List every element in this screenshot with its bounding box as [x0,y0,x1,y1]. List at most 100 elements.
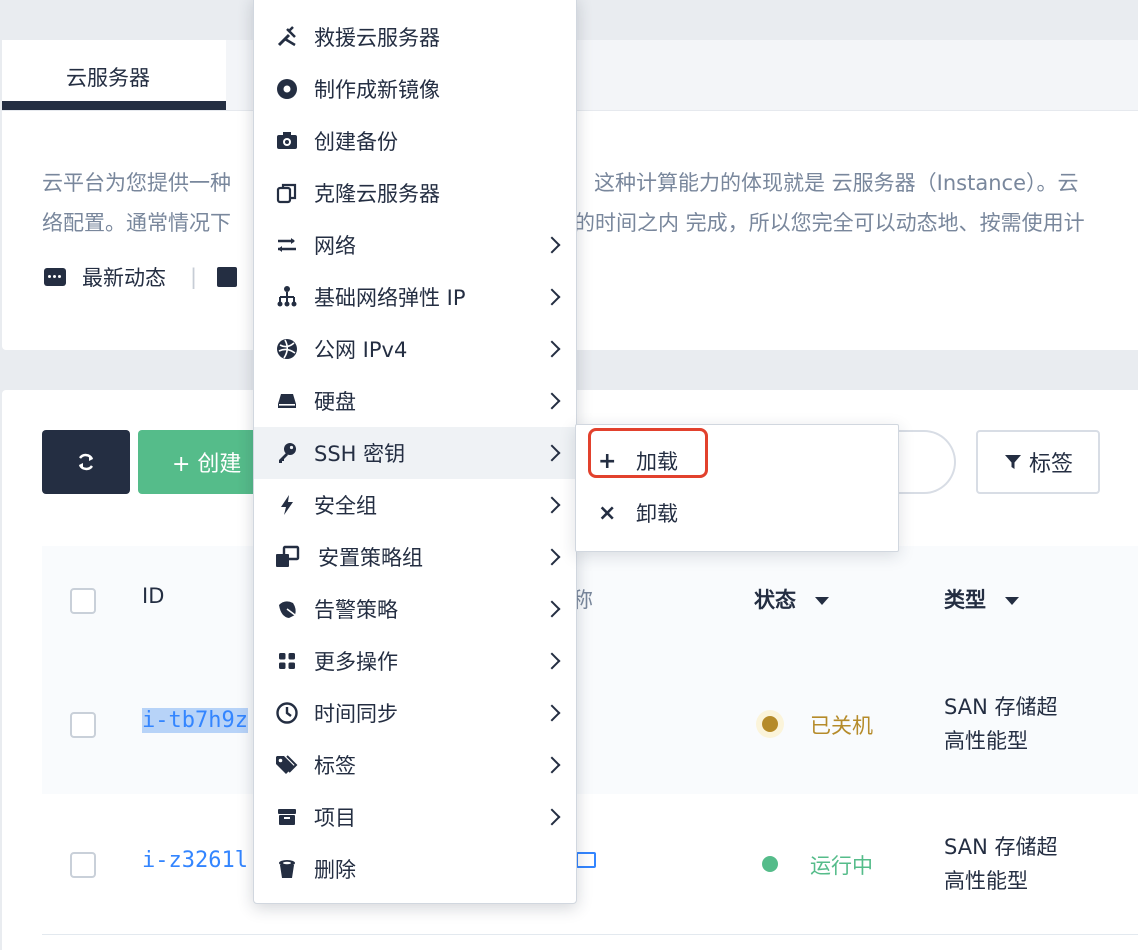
tools-icon [274,24,300,50]
chevron-right-icon [543,496,561,514]
table-row[interactable]: i-tb7h9z 已关机 SAN 存储超 高性能型 [42,654,1138,795]
menu-item-make-image[interactable]: 制作成新镜像 [254,63,576,115]
caret-down-icon [815,597,830,605]
menu-item-network[interactable]: 网络 [254,219,576,271]
topology-icon [274,284,300,310]
row-checkbox[interactable] [70,712,96,738]
network-icon [274,232,300,258]
menu-item-alert-policy[interactable]: 告警策略 [254,583,576,635]
menu-item-label: 告警策略 [314,598,398,622]
tab-instances-label: 云服务器 [66,66,150,90]
instance-id-link[interactable]: i-tb7h9z [142,708,248,733]
menu-item-label: 基础网络弹性 IP [314,286,466,310]
trash-icon [274,856,300,882]
news-link[interactable]: 最新动态 | [44,262,238,292]
menu-item-label: 硬盘 [314,390,356,414]
menu-item-label: 时间同步 [314,702,398,726]
instance-type: SAN 存储超 高性能型 [944,690,1057,758]
refresh-icon [78,453,94,471]
menu-item-disk[interactable]: 硬盘 [254,375,576,427]
vnc-monitor-icon[interactable] [576,852,596,868]
intro-text-line2-right: 的时间之内 完成，所以您完全可以动态地、按需使用计 [574,211,1085,235]
chevron-right-icon [543,808,561,826]
bolt-icon [274,492,300,518]
select-all-checkbox[interactable] [70,588,96,614]
header-status-label: 状态 [754,588,796,612]
status-dot [762,856,778,872]
header-status[interactable]: 状态 [754,584,830,614]
disc-icon [274,76,300,102]
menu-item-placement-group[interactable]: 安置策略组 [254,531,576,583]
divider: | [190,265,198,289]
status-label: 已关机 [810,714,873,738]
attach-highlight-box [588,428,708,478]
table-header: ID 称 状态 类型 [42,546,1138,655]
intro-text-line2-left: 络配置。通常情况下 [42,211,231,235]
placement-icon [274,544,300,570]
row-checkbox[interactable] [70,852,96,878]
tag-filter-button[interactable]: 标签 [976,430,1100,494]
clock-icon [274,700,300,726]
instance-id-link[interactable]: i-z3261l [142,848,248,873]
menu-item-label: 制作成新镜像 [314,78,440,102]
menu-item-rescue[interactable]: 救援云服务器 [254,11,576,63]
instance-type: SAN 存储超 高性能型 [944,830,1057,898]
menu-item-time-sync[interactable]: 时间同步 [254,687,576,739]
chevron-right-icon [543,288,561,306]
menu-item-label: 创建备份 [314,130,398,154]
menu-item-label: 更多操作 [314,650,398,674]
header-type[interactable]: 类型 [944,584,1020,614]
status-label: 运行中 [810,854,873,878]
clone-icon [274,180,300,206]
instance-context-menu: 救援云服务器 制作成新镜像 创建备份 克隆云服务器 网络 基础网络弹性 IP 公… [253,0,577,904]
chevron-right-icon [543,704,561,722]
chevron-right-icon [543,652,561,670]
menu-item-clone[interactable]: 克隆云服务器 [254,167,576,219]
bell-icon [274,596,300,622]
close-icon: × [598,500,617,526]
refresh-button[interactable] [42,430,130,494]
menu-item-more-actions[interactable]: 更多操作 [254,635,576,687]
menu-item-security-group[interactable]: 安全组 [254,479,576,531]
intro-text-line1-right: 这种计算能力的体现就是 云服务器（Instance）。云 [594,171,1079,195]
menu-item-label: 网络 [314,234,356,258]
chevron-right-icon [543,444,561,462]
menu-item-tags[interactable]: 标签 [254,739,576,791]
chevron-right-icon [543,340,561,358]
tag-filter-label: 标签 [1028,452,1073,477]
menu-item-backup[interactable]: 创建备份 [254,115,576,167]
table-row[interactable]: i-z3261l 运行中 SAN 存储超 高性能型 [42,794,1138,935]
menu-item-public-ipv4[interactable]: 公网 IPv4 [254,323,576,375]
menu-item-label: SSH 密钥 [314,442,406,466]
disk-icon [274,388,300,414]
tab-instances[interactable]: 云服务器 [2,40,226,110]
news-link-label: 最新动态 [82,266,166,290]
filter-icon [1004,455,1021,469]
chevron-right-icon [543,236,561,254]
menu-item-ssh-key[interactable]: SSH 密钥 [254,427,576,479]
menu-item-project[interactable]: 项目 [254,791,576,843]
chevron-right-icon [543,600,561,618]
tag-icon [274,752,300,778]
submenu-item-label: 卸载 [636,502,678,526]
intro-text-line1-left: 云平台为您提供一种 [42,171,231,195]
instance-type-line1: SAN 存储超 [944,695,1058,719]
menu-item-label: 标签 [314,754,356,778]
caret-down-icon [1005,597,1020,605]
doc-icon[interactable] [217,267,238,287]
globe-icon [274,336,300,362]
menu-item-delete[interactable]: 删除 [254,843,576,895]
grid-icon [274,648,300,674]
status-dot [762,716,778,732]
menu-item-label: 救援云服务器 [314,26,440,50]
header-type-label: 类型 [944,588,986,612]
menu-item-label: 项目 [314,806,356,830]
menu-item-label: 删除 [314,858,356,882]
chevron-right-icon [543,548,561,566]
submenu-item-detach[interactable]: × 卸载 [576,487,898,539]
menu-item-eip[interactable]: 基础网络弹性 IP [254,271,576,323]
message-icon [44,268,66,286]
chevron-right-icon [543,756,561,774]
menu-item-label: 克隆云服务器 [314,182,440,206]
chevron-right-icon [543,392,561,410]
